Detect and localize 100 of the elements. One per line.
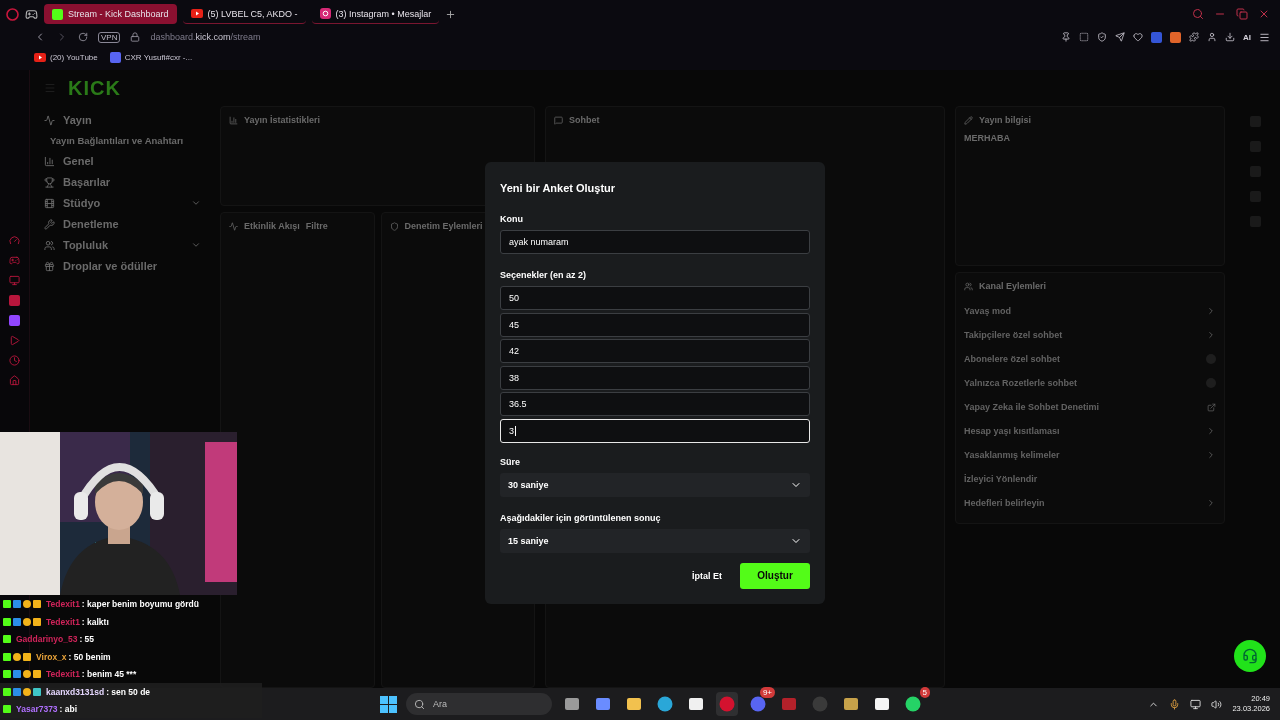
app-icon[interactable] — [564, 696, 580, 712]
nav-item[interactable]: Genel — [44, 155, 215, 167]
app-icon[interactable] — [626, 696, 642, 712]
headset-icon — [1242, 648, 1258, 664]
chevron-icon — [191, 198, 201, 208]
microphone-icon[interactable] — [1169, 698, 1181, 710]
shield-icon[interactable] — [1097, 32, 1107, 42]
chevron-icon — [1206, 426, 1216, 436]
chat-message: Tedexit1 : kalktı — [0, 613, 262, 631]
option-field[interactable]: 42 — [500, 339, 810, 364]
puzzle-icon[interactable] — [1189, 32, 1199, 42]
nav-icon — [44, 114, 55, 126]
browser-tab[interactable]: Stream - Kick Dashboard — [44, 4, 177, 24]
kick-logo-icon — [52, 8, 63, 20]
notification-badge: 5 — [919, 687, 930, 698]
home-icon[interactable] — [9, 375, 20, 386]
lock-icon — [130, 32, 141, 42]
app-icon[interactable] — [843, 696, 859, 712]
start-icon[interactable] — [380, 695, 397, 713]
topic-field[interactable]: ayak numaram — [500, 230, 810, 254]
app-icon[interactable] — [657, 696, 673, 712]
play-logo-icon — [190, 9, 203, 18]
nav-icon — [44, 260, 55, 272]
panel-title: Sohbet — [569, 115, 600, 125]
browser-logo-icon[interactable] — [6, 7, 19, 21]
extension-icon — [1170, 31, 1181, 43]
panel-title: Denetim Eylemleri — [404, 221, 483, 231]
nav-item[interactable]: Droplar ve ödüller — [44, 260, 215, 272]
chevron-icon — [1206, 498, 1216, 508]
nav-icon — [44, 239, 55, 251]
result-select[interactable]: 15 saniye — [500, 528, 810, 553]
menu-icon[interactable] — [1259, 31, 1270, 43]
nav-item[interactable]: Yayın Bağlantıları ve Anahtarı — [44, 135, 215, 146]
activity-icon — [229, 221, 238, 231]
notification-badge: 9+ — [759, 687, 775, 698]
cancel-button[interactable]: İptal Et — [688, 566, 726, 585]
app-icon[interactable] — [688, 696, 704, 712]
app-icon[interactable] — [874, 696, 890, 712]
option-field[interactable]: 45 — [500, 312, 810, 337]
chevron-icon — [191, 240, 201, 250]
heart-icon[interactable] — [1133, 32, 1143, 42]
nav-icon — [44, 218, 55, 230]
chat-message: Virox_x : 50 benim — [0, 648, 262, 666]
new-tab-icon[interactable] — [445, 8, 457, 20]
field-label: Süre — [500, 456, 521, 467]
nav-item[interactable]: Stüdyo — [44, 197, 215, 209]
gamepad-icon[interactable] — [25, 7, 38, 21]
field-label: Aşağıdakiler için görüntülenen sonuç — [500, 512, 662, 523]
download-icon[interactable] — [1225, 32, 1235, 42]
option-field[interactable]: 36.5 — [500, 392, 810, 417]
nav-item[interactable]: Başarılar — [44, 176, 215, 188]
option-field[interactable]: 3 — [500, 418, 810, 443]
camera-logo-icon — [319, 8, 331, 19]
filter-link[interactable]: Filtre — [305, 221, 328, 231]
profile-icon[interactable] — [1207, 32, 1217, 42]
option-field[interactable]: 38 — [500, 365, 810, 390]
bookmark[interactable]: CXR Yusufi#cxr -... — [109, 51, 193, 63]
address-field[interactable]: dashboard.kick.com/stream — [150, 32, 261, 42]
app-icon[interactable] — [905, 696, 921, 712]
speed-dial-icon[interactable] — [9, 235, 20, 246]
volume-icon[interactable] — [1211, 698, 1223, 710]
nav-icon — [44, 197, 55, 209]
duration-select[interactable]: 30 saniye — [500, 472, 810, 497]
panel-title: Yayın bilgisi — [979, 115, 1032, 125]
browser-tab[interactable]: (5) LVBEL C5, AKDO - — [182, 4, 306, 24]
field-label: Seçenekler (en az 2) — [500, 270, 588, 280]
search-field[interactable]: Ara — [406, 693, 552, 715]
chat-message: Tedexit1 : benim 45 *** — [0, 665, 262, 683]
snapshot-icon[interactable] — [1079, 32, 1089, 42]
chevron-icon — [1206, 450, 1216, 460]
reload-icon[interactable] — [78, 32, 88, 42]
sidebar-app-icon — [9, 295, 20, 306]
pin-icon[interactable] — [1061, 32, 1071, 42]
field-label: Konu — [500, 214, 524, 224]
create-button[interactable]: Oluştur — [740, 562, 810, 589]
close-icon[interactable] — [1258, 8, 1270, 20]
vpn-badge[interactable]: VPN — [98, 31, 121, 43]
search-icon — [414, 698, 425, 710]
app-logo-icon — [109, 51, 121, 63]
send-icon[interactable] — [1115, 32, 1125, 42]
dialog-title: Yeni bir Anket Oluştur — [500, 182, 617, 194]
network-icon[interactable] — [1190, 698, 1202, 710]
ai-button[interactable]: AI — [1243, 32, 1251, 42]
play-logo-icon — [34, 52, 46, 62]
stream-title: MERHABA — [964, 133, 1011, 143]
nav-icon — [44, 155, 55, 167]
monitor-icon[interactable] — [9, 275, 20, 286]
nav-icon — [44, 176, 55, 188]
nav-item[interactable]: Topluluk — [44, 239, 215, 251]
nav-item[interactable]: Denetleme — [44, 218, 215, 230]
chat-icon — [554, 115, 563, 125]
sidebar-app-icon — [9, 315, 20, 326]
users-icon — [964, 281, 973, 291]
bookmark[interactable]: (20) YouTube — [34, 52, 98, 62]
nav-item[interactable]: Yayın — [44, 114, 215, 126]
pencil-icon — [964, 115, 973, 125]
option-field[interactable]: 50 — [500, 286, 810, 310]
browser-tab[interactable]: (3) Instagram • Mesajlar — [311, 4, 440, 24]
search-icon[interactable] — [1192, 8, 1204, 20]
kick-logo[interactable]: KICK — [68, 76, 121, 100]
